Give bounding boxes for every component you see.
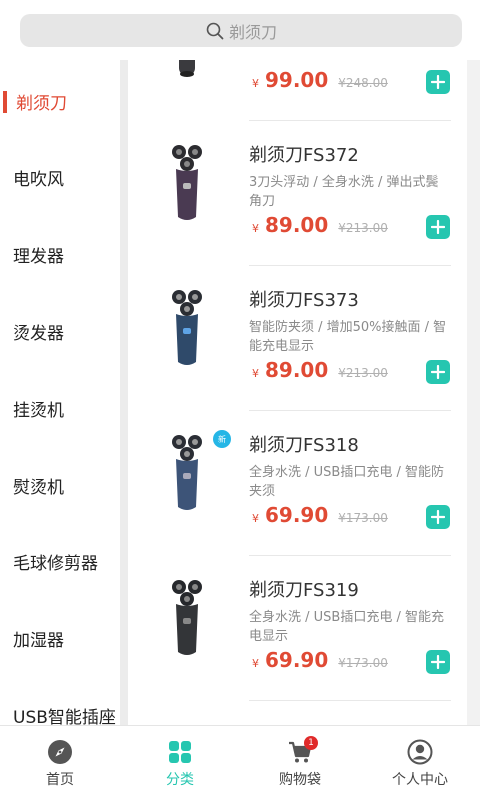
sidebar-item-label: 剃须刀 bbox=[16, 93, 67, 114]
sidebar-item-label: 熨烫机 bbox=[13, 477, 64, 498]
product-image bbox=[168, 284, 206, 368]
product-name: 剃须刀FS319 bbox=[249, 580, 359, 601]
sidebar-item-label: 挂烫机 bbox=[13, 400, 64, 421]
sidebar-item-label: 理发器 bbox=[13, 246, 64, 267]
add-to-cart-button[interactable] bbox=[426, 70, 450, 94]
current-price: 99.00 bbox=[265, 68, 329, 92]
tab-cart[interactable]: 1 购物袋 bbox=[240, 726, 360, 800]
sidebar-item-lint-remover[interactable]: 毛球修剪器 bbox=[0, 541, 120, 581]
product-card[interactable]: 剃须刀FS372 3刀头浮动 / 全身水洗 / 弹出式鬓角刀 ¥ 89.00 ¥… bbox=[128, 121, 467, 266]
product-price: ¥ 69.90 ¥173.00 bbox=[252, 648, 388, 672]
tab-home[interactable]: 首页 bbox=[0, 726, 120, 800]
sidebar-item-hair-clipper[interactable]: 理发器 bbox=[0, 234, 120, 274]
top-bar: 剃须刀 bbox=[0, 0, 480, 60]
cart-icon: 1 bbox=[287, 736, 318, 765]
current-price: 69.90 bbox=[265, 648, 329, 672]
original-price: ¥173.00 bbox=[338, 656, 388, 670]
original-price: ¥173.00 bbox=[338, 511, 388, 525]
tab-profile[interactable]: 个人中心 bbox=[360, 726, 480, 800]
current-price: 89.00 bbox=[265, 213, 329, 237]
tab-label: 分类 bbox=[166, 772, 194, 788]
plus-icon bbox=[431, 75, 445, 89]
sidebar-item-label: 烫发器 bbox=[13, 323, 64, 344]
original-price: ¥248.00 bbox=[338, 76, 388, 90]
sidebar-item-curler[interactable]: 烫发器 bbox=[0, 311, 120, 351]
sidebar-divider bbox=[120, 60, 128, 725]
product-image bbox=[168, 60, 206, 78]
product-card[interactable]: ¥ 99.00 ¥248.00 bbox=[128, 60, 467, 121]
currency-symbol: ¥ bbox=[252, 512, 259, 525]
product-card[interactable]: 剃须刀FS319 全身水洗 / USB插口充电 / 智能充电显示 ¥ 69.90… bbox=[128, 556, 467, 701]
add-to-cart-button[interactable] bbox=[426, 360, 450, 384]
current-price: 69.90 bbox=[265, 503, 329, 527]
sidebar-item-hair-dryer[interactable]: 电吹风 bbox=[0, 157, 120, 197]
tab-label: 个人中心 bbox=[392, 772, 448, 788]
add-to-cart-button[interactable] bbox=[426, 215, 450, 239]
product-name: 剃须刀FS318 bbox=[249, 435, 359, 456]
plus-icon bbox=[431, 510, 445, 524]
sidebar-item-label: USB智能插座 bbox=[13, 707, 116, 726]
product-price: ¥ 99.00 ¥248.00 bbox=[252, 68, 388, 92]
product-card[interactable]: 剃须刀FS373 智能防夹须 / 增加50%接触面 / 智能充电显示 ¥ 89.… bbox=[128, 266, 467, 411]
category-sidebar: 剃须刀 电吹风 理发器 烫发器 挂烫机 熨烫机 毛球修剪器 加湿器 USB智能插… bbox=[0, 60, 120, 725]
plus-icon bbox=[431, 655, 445, 669]
item-divider bbox=[249, 700, 451, 701]
cart-count-badge: 1 bbox=[304, 736, 318, 750]
sidebar-item-label: 毛球修剪器 bbox=[13, 553, 98, 574]
sidebar-item-shaver[interactable]: 剃须刀 bbox=[0, 81, 120, 121]
currency-symbol: ¥ bbox=[252, 367, 259, 380]
product-name: 剃须刀FS372 bbox=[249, 145, 359, 166]
product-description: 智能防夹须 / 增加50%接触面 / 智能充电显示 bbox=[249, 320, 447, 354]
sidebar-item-iron[interactable]: 熨烫机 bbox=[0, 465, 120, 505]
new-badge: 新 bbox=[213, 430, 231, 448]
add-to-cart-button[interactable] bbox=[426, 650, 450, 674]
search-icon bbox=[205, 21, 225, 41]
sidebar-item-usb-socket[interactable]: USB智能插座 bbox=[0, 695, 120, 726]
sidebar-item-garment-steamer[interactable]: 挂烫机 bbox=[0, 388, 120, 428]
tab-category[interactable]: 分类 bbox=[120, 726, 240, 800]
search-input[interactable]: 剃须刀 bbox=[20, 14, 462, 47]
plus-icon bbox=[431, 365, 445, 379]
product-list[interactable]: ¥ 99.00 ¥248.00 剃须刀FS372 3刀头浮动 / 全身水洗 / … bbox=[128, 60, 467, 725]
product-price: ¥ 69.90 ¥173.00 bbox=[252, 503, 388, 527]
product-image bbox=[168, 429, 206, 513]
original-price: ¥213.00 bbox=[338, 366, 388, 380]
add-to-cart-button[interactable] bbox=[426, 505, 450, 529]
search-placeholder: 剃须刀 bbox=[228, 22, 277, 42]
sidebar-item-humidifier[interactable]: 加湿器 bbox=[0, 618, 120, 658]
product-price: ¥ 89.00 ¥213.00 bbox=[252, 213, 388, 237]
currency-symbol: ¥ bbox=[252, 222, 259, 235]
plus-icon bbox=[431, 220, 445, 234]
product-description: 3刀头浮动 / 全身水洗 / 弹出式鬓角刀 bbox=[249, 175, 439, 209]
currency-symbol: ¥ bbox=[252, 657, 259, 670]
compass-icon bbox=[47, 739, 73, 765]
right-margin bbox=[467, 60, 480, 725]
user-icon bbox=[407, 739, 433, 765]
product-card[interactable]: 新 剃须刀FS318 全身水洗 / USB插口充电 / 智能防夹须 ¥ 69.9… bbox=[128, 411, 467, 556]
current-price: 89.00 bbox=[265, 358, 329, 382]
product-image bbox=[168, 574, 206, 658]
sidebar-item-label: 加湿器 bbox=[13, 630, 64, 651]
sidebar-item-label: 电吹风 bbox=[13, 169, 64, 190]
original-price: ¥213.00 bbox=[338, 221, 388, 235]
product-price: ¥ 89.00 ¥213.00 bbox=[252, 358, 388, 382]
product-image bbox=[168, 139, 206, 223]
tab-label: 购物袋 bbox=[279, 772, 321, 788]
currency-symbol: ¥ bbox=[252, 77, 259, 90]
product-name: 剃须刀FS373 bbox=[249, 290, 359, 311]
product-description: 全身水洗 / USB插口充电 / 智能防夹须 bbox=[249, 465, 444, 499]
product-description: 全身水洗 / USB插口充电 / 智能充电显示 bbox=[249, 610, 444, 644]
tab-label: 首页 bbox=[46, 772, 74, 788]
bottom-tab-bar: 首页 分类 1 购物袋 个人中心 bbox=[0, 725, 480, 800]
grid-icon bbox=[167, 739, 193, 765]
